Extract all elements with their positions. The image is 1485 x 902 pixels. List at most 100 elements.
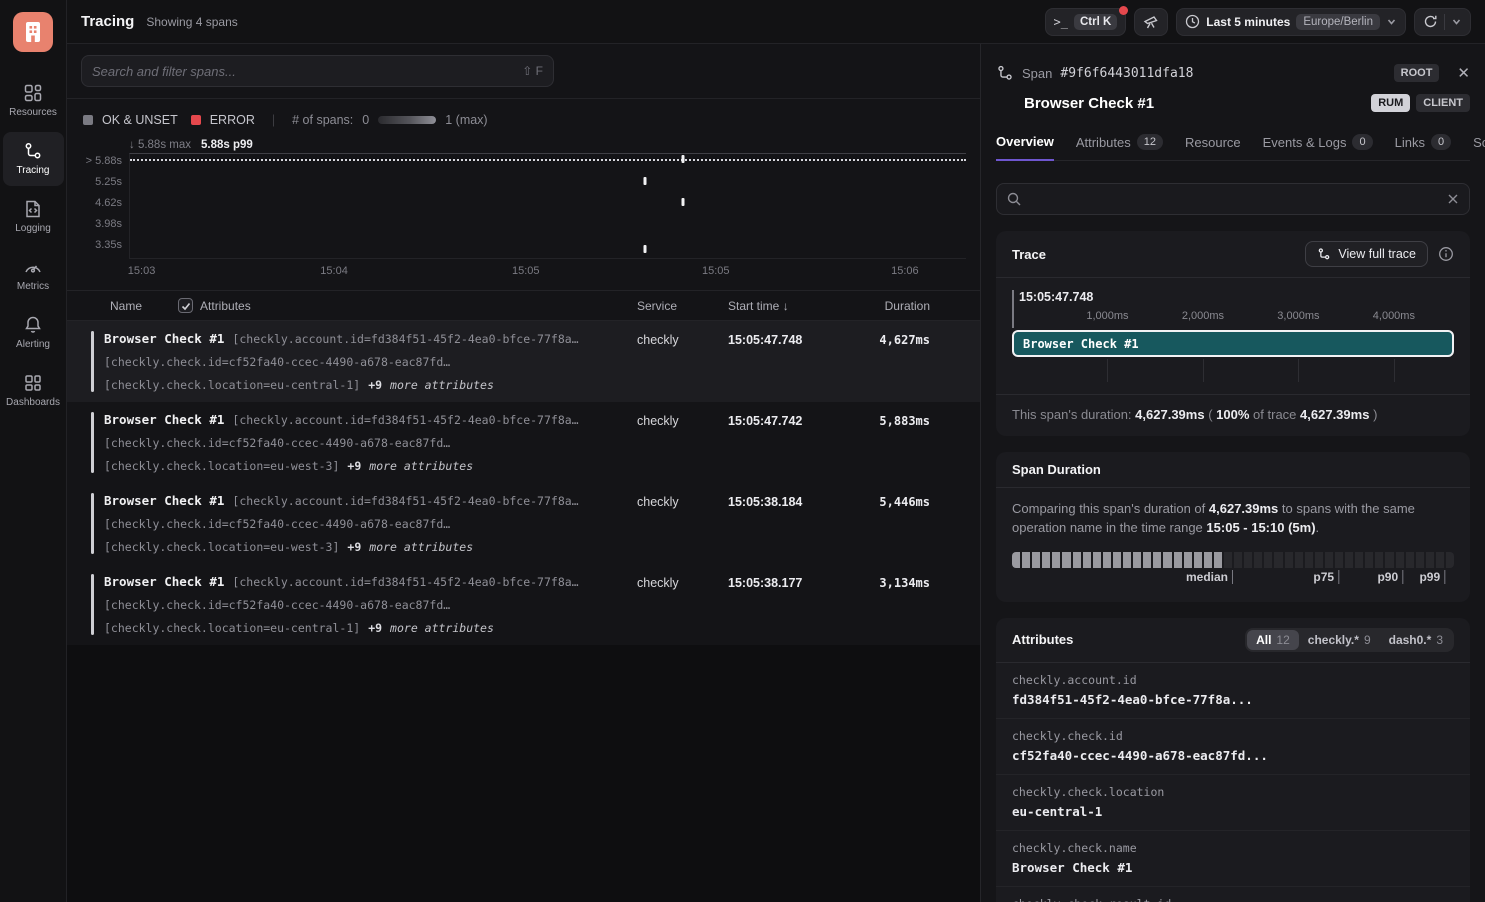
tab-source[interactable]: Sour — [1473, 135, 1485, 160]
root-badge: ROOT — [1394, 64, 1440, 82]
scatter-point[interactable] — [682, 198, 685, 206]
sidebar-item-dashboards[interactable]: Dashboards — [3, 364, 64, 418]
sidebar-item-tracing[interactable]: Tracing — [3, 132, 64, 186]
ok-legend-swatch — [83, 115, 93, 125]
spans-table: Name Attributes Service Start time ↓ Dur… — [67, 291, 980, 645]
client-badge: CLIENT — [1416, 94, 1470, 112]
trace-span-bar[interactable]: Browser Check #1 — [1012, 330, 1454, 357]
span-icon — [996, 64, 1014, 82]
sidebar-item-resources[interactable]: Resources — [3, 74, 64, 128]
span-search-bar[interactable]: ⇧ F — [81, 55, 554, 87]
bell-icon — [23, 315, 43, 335]
time-range-label: Last 5 minutes — [1206, 15, 1290, 29]
histogram-segment — [1345, 552, 1353, 568]
table-row[interactable]: Browser Check #1[checkly.account.id=fd38… — [67, 483, 980, 564]
command-palette-button[interactable]: >_ Ctrl K — [1045, 8, 1127, 36]
sidebar-item-metrics[interactable]: Metrics — [3, 248, 64, 302]
y-axis: > 5.88s 5.25s 4.62s 3.98s 3.35s — [81, 153, 129, 258]
sidebar-item-label: Tracing — [17, 165, 50, 176]
attribute-row[interactable]: checkly.check.id cf52fa40-ccec-4490-a678… — [996, 719, 1470, 775]
building-icon — [23, 21, 43, 43]
attr-chip: [checkly.check.location=eu-central-1] — [104, 621, 360, 635]
table-row[interactable]: Browser Check #1[checkly.account.id=fd38… — [67, 402, 980, 483]
trace-icon — [1317, 247, 1331, 261]
duration-cell: 3,134ms — [850, 574, 930, 635]
histogram-segment — [1315, 552, 1323, 568]
scatter-point[interactable] — [643, 245, 646, 253]
attribute-search-input[interactable] — [1029, 192, 1439, 207]
histogram-segment — [1032, 552, 1040, 568]
y-tick: 5.25s — [95, 176, 122, 188]
service-cell: checkly — [637, 331, 728, 392]
close-icon[interactable]: ✕ — [1457, 64, 1470, 82]
histogram-segment — [1042, 552, 1050, 568]
refresh-button-group[interactable] — [1414, 8, 1471, 36]
view-full-trace-button[interactable]: View full trace — [1305, 241, 1428, 267]
column-service[interactable]: Service — [637, 299, 728, 313]
attribute-row[interactable]: checkly.account.id fd384f51-45f2-4ea0-bf… — [996, 663, 1470, 719]
filter-checkly[interactable]: checkly.*9 — [1299, 630, 1380, 650]
attr-chip: [checkly.check.id=cf52fa40-ccec-4490-a67… — [104, 355, 450, 369]
y-tick: 4.62s — [95, 197, 122, 209]
histogram-segment — [1123, 552, 1131, 568]
percentile-marker: p75 — [1313, 570, 1339, 584]
span-count-max: 1 (max) — [445, 113, 487, 127]
attribute-row[interactable]: checkly.check.result.id c650df1f-3a39-4f… — [996, 887, 1470, 902]
y-tick: 3.98s — [95, 218, 122, 230]
x-tick: 15:06 — [891, 265, 919, 277]
duration-cell: 5,883ms — [850, 412, 930, 473]
scatter-point[interactable] — [643, 177, 646, 185]
column-attributes[interactable]: Attributes — [200, 299, 251, 313]
info-icon[interactable] — [1438, 246, 1454, 262]
topbar: Tracing Showing 4 spans >_ Ctrl K Last 5… — [67, 0, 1485, 44]
tab-links[interactable]: Links0 — [1395, 134, 1451, 160]
histogram-segment — [1204, 552, 1212, 568]
attributes-checkbox[interactable] — [178, 298, 193, 313]
attr-chip: [checkly.check.id=cf52fa40-ccec-4490-a67… — [104, 598, 450, 612]
tab-overview[interactable]: Overview — [996, 134, 1054, 161]
clock-icon — [1185, 14, 1200, 29]
more-attributes-label: more attributes — [390, 621, 494, 635]
attribute-key: checkly.check.id — [1012, 729, 1454, 743]
tab-events-logs[interactable]: Events & Logs0 — [1263, 134, 1373, 160]
error-legend-swatch — [191, 115, 201, 125]
scatter-point[interactable] — [682, 155, 685, 163]
attribute-value: fd384f51-45f2-4ea0-bfce-77f8a... — [1012, 692, 1454, 707]
column-start-time[interactable]: Start time ↓ — [728, 299, 850, 313]
attribute-key: checkly.account.id — [1012, 673, 1454, 687]
attribute-search-bar[interactable] — [996, 183, 1470, 215]
tab-resource[interactable]: Resource — [1185, 135, 1241, 160]
table-row[interactable]: Browser Check #1[checkly.account.id=fd38… — [67, 321, 980, 402]
scatter-plot-area[interactable] — [129, 153, 966, 258]
histogram-segment — [1335, 552, 1343, 568]
filter-all[interactable]: All12 — [1247, 630, 1299, 650]
trace-duration-summary: This span's duration: 4,627.39ms ( 100% … — [996, 394, 1470, 436]
column-name[interactable]: Name — [110, 299, 142, 313]
chevron-down-icon[interactable] — [1451, 16, 1462, 27]
tab-count-badge: 12 — [1137, 134, 1163, 150]
search-shortcut-hint: ⇧ F — [522, 64, 543, 78]
attribute-row[interactable]: checkly.check.name Browser Check #1 — [996, 831, 1470, 887]
attribute-row[interactable]: checkly.check.location eu-central-1 — [996, 775, 1470, 831]
error-legend-label: ERROR — [210, 113, 255, 127]
clear-search-icon[interactable] — [1447, 193, 1459, 205]
chevron-down-icon — [1386, 16, 1397, 27]
histogram-segment — [1234, 552, 1242, 568]
time-range-selector[interactable]: Last 5 minutes Europe/Berlin — [1176, 8, 1406, 36]
filter-dash0[interactable]: dash0.*3 — [1380, 630, 1452, 650]
span-id: #9f6f6443011dfa18 — [1060, 66, 1193, 81]
attr-chip: [checkly.check.location=eu-west-3] — [104, 459, 339, 473]
tab-attributes[interactable]: Attributes12 — [1076, 134, 1163, 160]
app-logo[interactable] — [13, 12, 53, 52]
column-duration[interactable]: Duration — [850, 299, 930, 313]
table-row[interactable]: Browser Check #1[checkly.account.id=fd38… — [67, 564, 980, 645]
percentile-marker: p99 — [1419, 570, 1445, 584]
sidebar-item-alerting[interactable]: Alerting — [3, 306, 64, 360]
max-duration-label: ↓ 5.88s max — [129, 139, 191, 151]
span-search-input[interactable] — [92, 64, 522, 79]
sidebar-item-logging[interactable]: Logging — [3, 190, 64, 244]
attr-chip: [checkly.check.id=cf52fa40-ccec-4490-a67… — [104, 517, 450, 531]
x-tick: 15:05 — [512, 265, 540, 277]
chart-legend: OK & UNSET ERROR | # of spans: 0 1 (max) — [83, 113, 966, 127]
announcements-button[interactable] — [1134, 8, 1168, 36]
